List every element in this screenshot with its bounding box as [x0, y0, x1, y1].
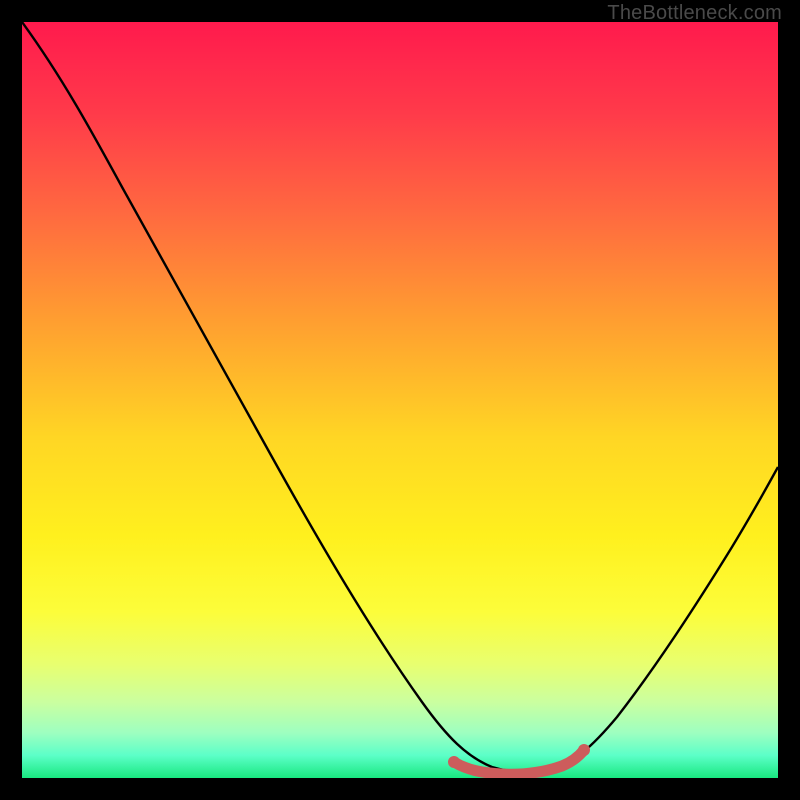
- bottleneck-curve: [22, 22, 778, 778]
- chart-frame: TheBottleneck.com: [0, 0, 800, 800]
- plot-area: [22, 22, 778, 778]
- curve-path: [22, 22, 778, 772]
- optimal-range-marker: [454, 750, 584, 774]
- marker-dot-left: [448, 756, 460, 768]
- marker-dot-right: [578, 744, 590, 756]
